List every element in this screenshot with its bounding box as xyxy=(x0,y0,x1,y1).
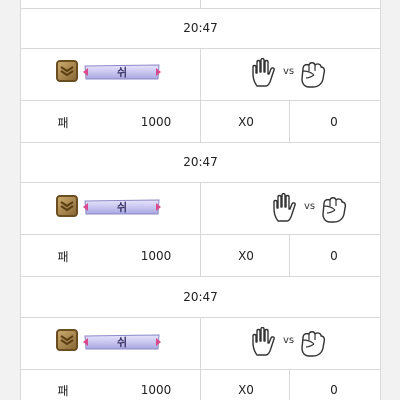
nickname-text: 쉬 xyxy=(116,66,128,79)
column-divider xyxy=(200,234,201,276)
row-divider xyxy=(21,142,380,143)
record-time: 20:47 xyxy=(183,155,218,169)
payout: 0 xyxy=(330,383,338,397)
record-time: 20:47 xyxy=(183,21,218,35)
rank-chevron-badge-icon xyxy=(56,60,78,82)
vs-label: vs xyxy=(283,66,295,77)
nickname-text: 쉬 xyxy=(116,201,128,214)
record-time: 20:47 xyxy=(183,290,218,304)
rank-chevron-badge-icon xyxy=(56,329,78,351)
payout: 0 xyxy=(330,115,338,129)
result-label: 패 xyxy=(57,250,69,264)
nickname-banner: 쉬 xyxy=(83,63,161,81)
multiplier: X0 xyxy=(238,249,254,263)
column-divider xyxy=(289,369,290,400)
row-divider xyxy=(21,8,380,9)
result-label: 패 xyxy=(57,116,69,130)
multiplier: X0 xyxy=(238,115,254,129)
vs-label: vs xyxy=(304,201,316,212)
result-label: 패 xyxy=(57,384,69,398)
bet-amount: 1000 xyxy=(140,115,172,129)
column-divider xyxy=(200,369,201,400)
fist-rock-icon xyxy=(319,194,347,224)
column-divider xyxy=(200,0,201,8)
column-divider xyxy=(289,234,290,276)
rank-chevron-badge-icon xyxy=(56,195,78,217)
column-divider xyxy=(200,317,201,369)
column-divider xyxy=(200,182,201,234)
open-hand-paper-icon xyxy=(271,192,299,223)
nickname-text: 쉬 xyxy=(116,336,128,349)
fist-rock-icon xyxy=(298,59,326,89)
bet-amount: 1000 xyxy=(140,249,172,263)
multiplier: X0 xyxy=(238,383,254,397)
column-divider xyxy=(200,48,201,100)
column-divider xyxy=(289,100,290,142)
row-divider xyxy=(21,276,380,277)
vs-label: vs xyxy=(283,335,295,346)
bet-amount: 1000 xyxy=(140,383,172,397)
fist-rock-icon xyxy=(298,328,326,358)
nickname-banner: 쉬 xyxy=(83,198,161,216)
game-history-page: 20:47 쉬 vs 패 1000 X0 0 20:47 쉬 vs 패 1000… xyxy=(0,0,400,400)
column-divider xyxy=(200,100,201,142)
open-hand-paper-icon xyxy=(250,326,278,357)
open-hand-paper-icon xyxy=(250,57,278,88)
history-list[interactable]: 20:47 쉬 vs 패 1000 X0 0 20:47 쉬 vs 패 1000… xyxy=(20,0,381,400)
payout: 0 xyxy=(330,249,338,263)
nickname-banner: 쉬 xyxy=(83,333,161,351)
